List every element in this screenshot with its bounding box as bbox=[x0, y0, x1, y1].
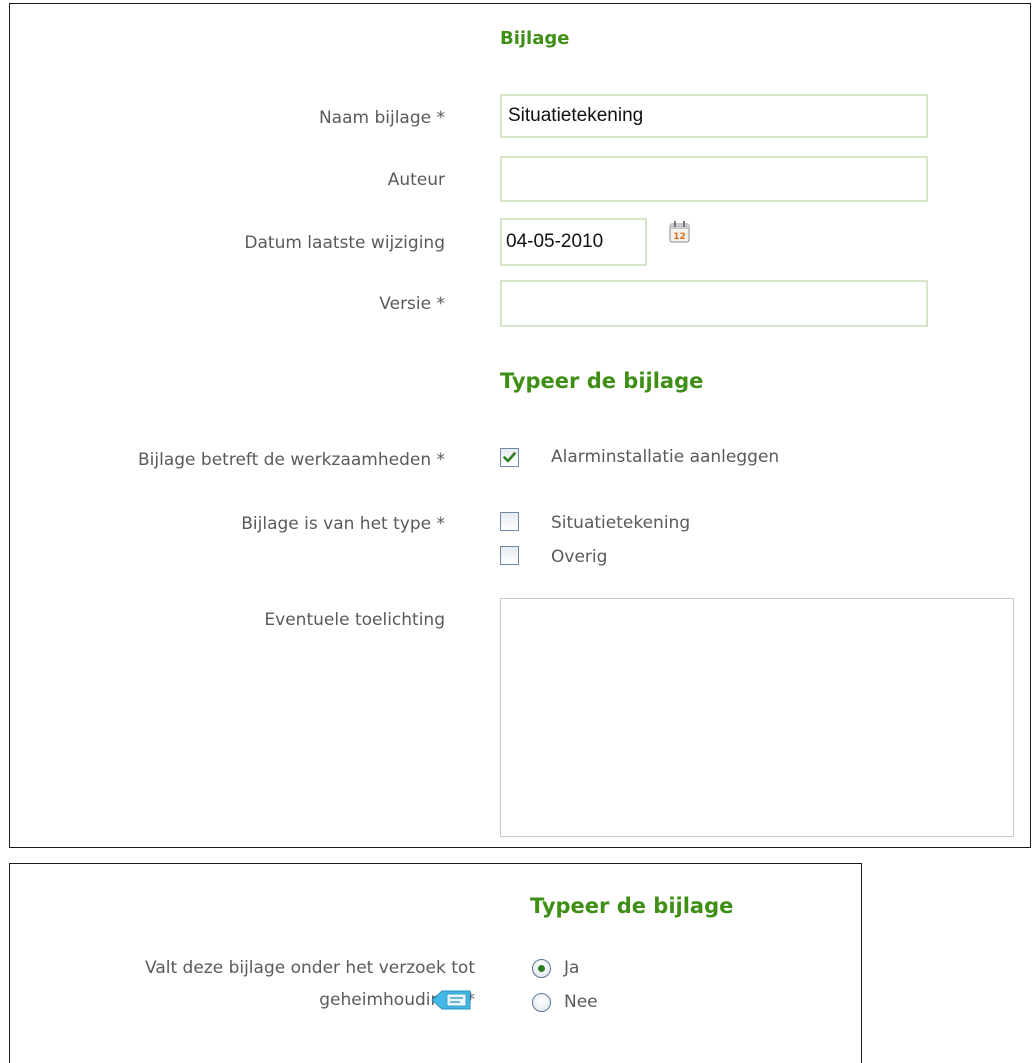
alarminstallatie-option-label: Alarminstallatie aanleggen bbox=[551, 447, 780, 467]
ja-option-label: Ja bbox=[564, 958, 580, 978]
overig-checkbox[interactable] bbox=[500, 546, 519, 565]
section-heading-typeer: Typeer de bijlage bbox=[500, 369, 704, 393]
datum-laatste-wijziging-input[interactable] bbox=[500, 218, 647, 266]
alarminstallatie-checkbox[interactable] bbox=[500, 448, 519, 467]
situatietekening-checkbox[interactable] bbox=[500, 512, 519, 531]
overig-option-label: Overig bbox=[551, 547, 608, 567]
checkmark-icon bbox=[503, 452, 516, 463]
geheimhouding-question-line1: Valt deze bijlage onder het verzoek tot bbox=[145, 958, 475, 978]
comment-help-icon[interactable] bbox=[428, 988, 472, 1012]
naam-bijlage-input[interactable] bbox=[500, 94, 928, 138]
radio-selected-dot bbox=[538, 965, 545, 972]
datum-laatste-wijziging-label: Datum laatste wijziging bbox=[244, 233, 445, 253]
naam-bijlage-label: Naam bijlage * bbox=[318, 108, 445, 128]
auteur-label: Auteur bbox=[387, 170, 445, 190]
type-label: Bijlage is van het type * bbox=[241, 514, 445, 534]
calendar-icon-day: 12 bbox=[673, 232, 686, 242]
nee-option-label: Nee bbox=[564, 992, 598, 1012]
section-heading-typeer-2: Typeer de bijlage bbox=[530, 894, 734, 918]
geheimhouding-panel: Typeer de bijlage Valt deze bijlage onde… bbox=[9, 863, 862, 1063]
toelichting-label: Eventuele toelichting bbox=[264, 610, 445, 630]
situatietekening-option-label: Situatietekening bbox=[551, 513, 691, 533]
toelichting-textarea[interactable] bbox=[500, 598, 1014, 837]
calendar-icon[interactable]: 12 bbox=[668, 220, 692, 244]
versie-label: Versie * bbox=[379, 294, 445, 314]
section-heading-bijlage: Bijlage bbox=[500, 28, 570, 49]
auteur-input[interactable] bbox=[500, 156, 928, 202]
versie-input[interactable] bbox=[500, 280, 928, 327]
werkzaamheden-label: Bijlage betreft de werkzaamheden * bbox=[138, 450, 445, 470]
ja-radio[interactable] bbox=[532, 959, 551, 978]
nee-radio[interactable] bbox=[532, 993, 551, 1012]
bijlage-form-panel: Bijlage Naam bijlage * Auteur Datum laat… bbox=[9, 3, 1031, 848]
